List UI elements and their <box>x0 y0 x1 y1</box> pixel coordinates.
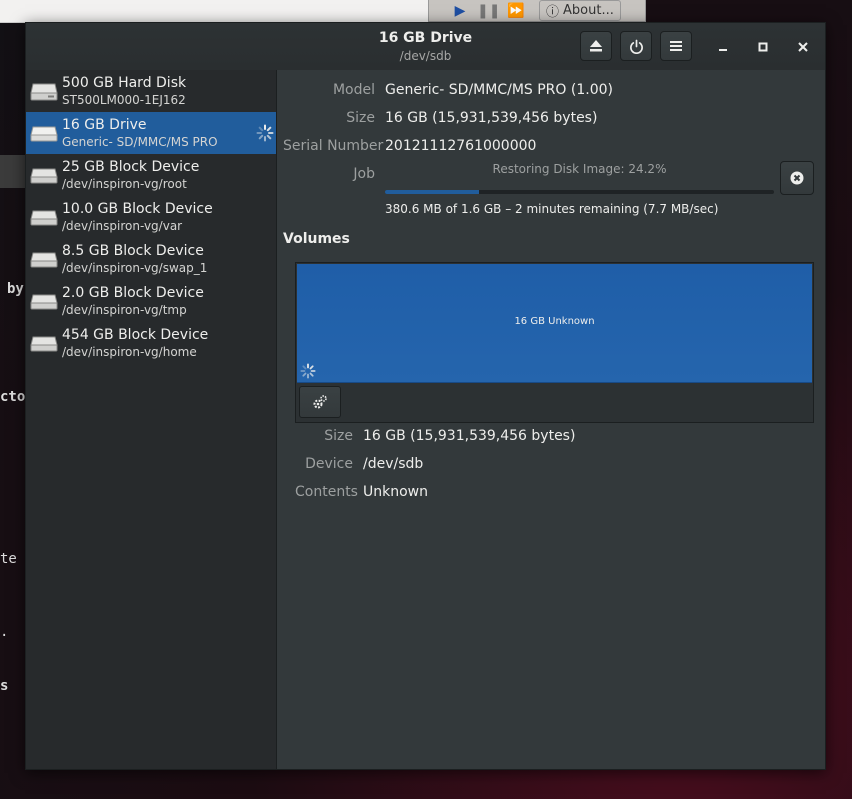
maximize-button[interactable] <box>751 35 775 59</box>
about-button[interactable]: ⓘ About... <box>539 0 621 21</box>
background-window <box>0 0 430 23</box>
minimize-icon <box>719 49 727 51</box>
drive-name: 10.0 GB Block Device <box>62 201 213 217</box>
volumes-map: 16 GB Unknown <box>295 262 814 423</box>
fast-forward-icon[interactable]: ⏩ <box>505 3 527 19</box>
drive-path: /dev/inspiron-vg/swap_1 <box>62 261 208 275</box>
drive-menu-button[interactable] <box>660 31 692 61</box>
background-terminal-band <box>0 155 28 188</box>
drive-list-item[interactable]: 454 GB Block Device /dev/inspiron-vg/hom… <box>26 322 276 364</box>
drive-list-item[interactable]: 10.0 GB Block Device /dev/inspiron-vg/va… <box>26 196 276 238</box>
busy-spinner-icon <box>300 363 316 379</box>
drive-name: 16 GB Drive <box>62 117 147 133</box>
play-icon[interactable]: ▶ <box>449 3 471 19</box>
volume-partition[interactable]: 16 GB Unknown <box>297 264 812 383</box>
block-device-icon <box>30 252 58 268</box>
power-off-button[interactable] <box>620 31 652 61</box>
background-media-toolbar: ▶ ❚❚ ⏩ ⓘ About... <box>428 0 646 22</box>
about-label: About... <box>563 3 614 18</box>
busy-spinner-icon <box>256 124 274 142</box>
size-value: 16 GB (15,931,539,456 bytes) <box>385 110 598 126</box>
volume-device-value: /dev/sdb <box>363 456 424 472</box>
cancel-job-button[interactable] <box>780 161 814 195</box>
maximize-icon <box>758 42 768 52</box>
job-status-text: Restoring Disk Image: 24.2% <box>492 162 667 176</box>
drive-model: ST500LM000-1EJ162 <box>62 93 186 107</box>
volume-size-value: 16 GB (15,931,539,456 bytes) <box>363 428 576 444</box>
drive-path: /dev/inspiron-vg/home <box>62 345 197 359</box>
drive-name: 2.0 GB Block Device <box>62 285 204 301</box>
model-value: Generic- SD/MMC/MS PRO (1.00) <box>385 82 613 98</box>
drive-list-item[interactable]: 8.5 GB Block Device /dev/inspiron-vg/swa… <box>26 238 276 280</box>
drive-list-item[interactable]: 2.0 GB Block Device /dev/inspiron-vg/tmp <box>26 280 276 322</box>
cancel-icon <box>790 171 804 185</box>
drive-name: 8.5 GB Block Device <box>62 243 204 259</box>
size-label: Size <box>346 110 375 126</box>
serial-number-label: Serial Number <box>283 138 384 154</box>
volume-device-label: Device <box>305 456 353 472</box>
block-device-icon <box>30 294 58 310</box>
drive-name: 25 GB Block Device <box>62 159 200 175</box>
volume-size-label: Size <box>324 428 353 444</box>
drive-list-item-selected[interactable]: 16 GB Drive Generic- SD/MMC/MS PRO <box>26 112 276 154</box>
volumes-heading: Volumes <box>283 231 350 247</box>
power-icon <box>629 39 643 54</box>
drive-path: /dev/inspiron-vg/tmp <box>62 303 187 317</box>
drive-icon <box>30 126 58 142</box>
volume-contents-label: Contents <box>295 484 358 500</box>
pause-icon[interactable]: ❚❚ <box>477 3 500 19</box>
drive-name: 500 GB Hard Disk <box>62 75 187 91</box>
partition-options-button[interactable] <box>299 386 341 418</box>
close-button[interactable] <box>791 35 815 59</box>
menu-icon <box>670 41 682 51</box>
block-device-icon <box>30 168 58 184</box>
job-label: Job <box>353 166 375 182</box>
partition-label: 16 GB Unknown <box>514 316 595 327</box>
window-subtitle: /dev/sdb <box>399 49 452 63</box>
serial-number-value: 20121112761000000 <box>385 138 537 154</box>
drive-details-pane: Model Generic- SD/MMC/MS PRO (1.00) Size… <box>277 70 825 769</box>
drive-list: 500 GB Hard Disk ST500LM000-1EJ162 16 GB… <box>26 70 277 769</box>
drive-path: /dev/inspiron-vg/root <box>62 177 187 191</box>
drive-name: 454 GB Block Device <box>62 327 209 343</box>
block-device-icon <box>30 336 58 352</box>
drive-model: Generic- SD/MMC/MS PRO <box>62 135 218 149</box>
drive-path: /dev/inspiron-vg/var <box>62 219 183 233</box>
close-icon <box>798 42 808 52</box>
disks-window: 16 GB Drive /dev/sdb 500 GB Hard Disk ST… <box>25 22 826 770</box>
eject-button[interactable] <box>580 31 612 61</box>
info-icon: ⓘ <box>546 5 560 20</box>
model-label: Model <box>332 82 375 98</box>
drive-list-item[interactable]: 500 GB Hard Disk ST500LM000-1EJ162 <box>26 70 276 112</box>
minimize-button[interactable] <box>711 35 735 59</box>
block-device-icon <box>30 210 58 226</box>
hard-disk-icon <box>30 83 58 101</box>
drive-list-item[interactable]: 25 GB Block Device /dev/inspiron-vg/root <box>26 154 276 196</box>
job-progress-fill <box>385 190 480 194</box>
eject-icon <box>590 40 602 52</box>
job-progress-bar <box>385 190 774 194</box>
volume-contents-value: Unknown <box>363 484 428 500</box>
job-detail-text: 380.6 MB of 1.6 GB – 2 minutes remaining… <box>385 202 719 216</box>
window-title: 16 GB Drive <box>378 30 473 46</box>
gears-icon <box>313 395 327 409</box>
headerbar: 16 GB Drive /dev/sdb <box>26 23 825 71</box>
